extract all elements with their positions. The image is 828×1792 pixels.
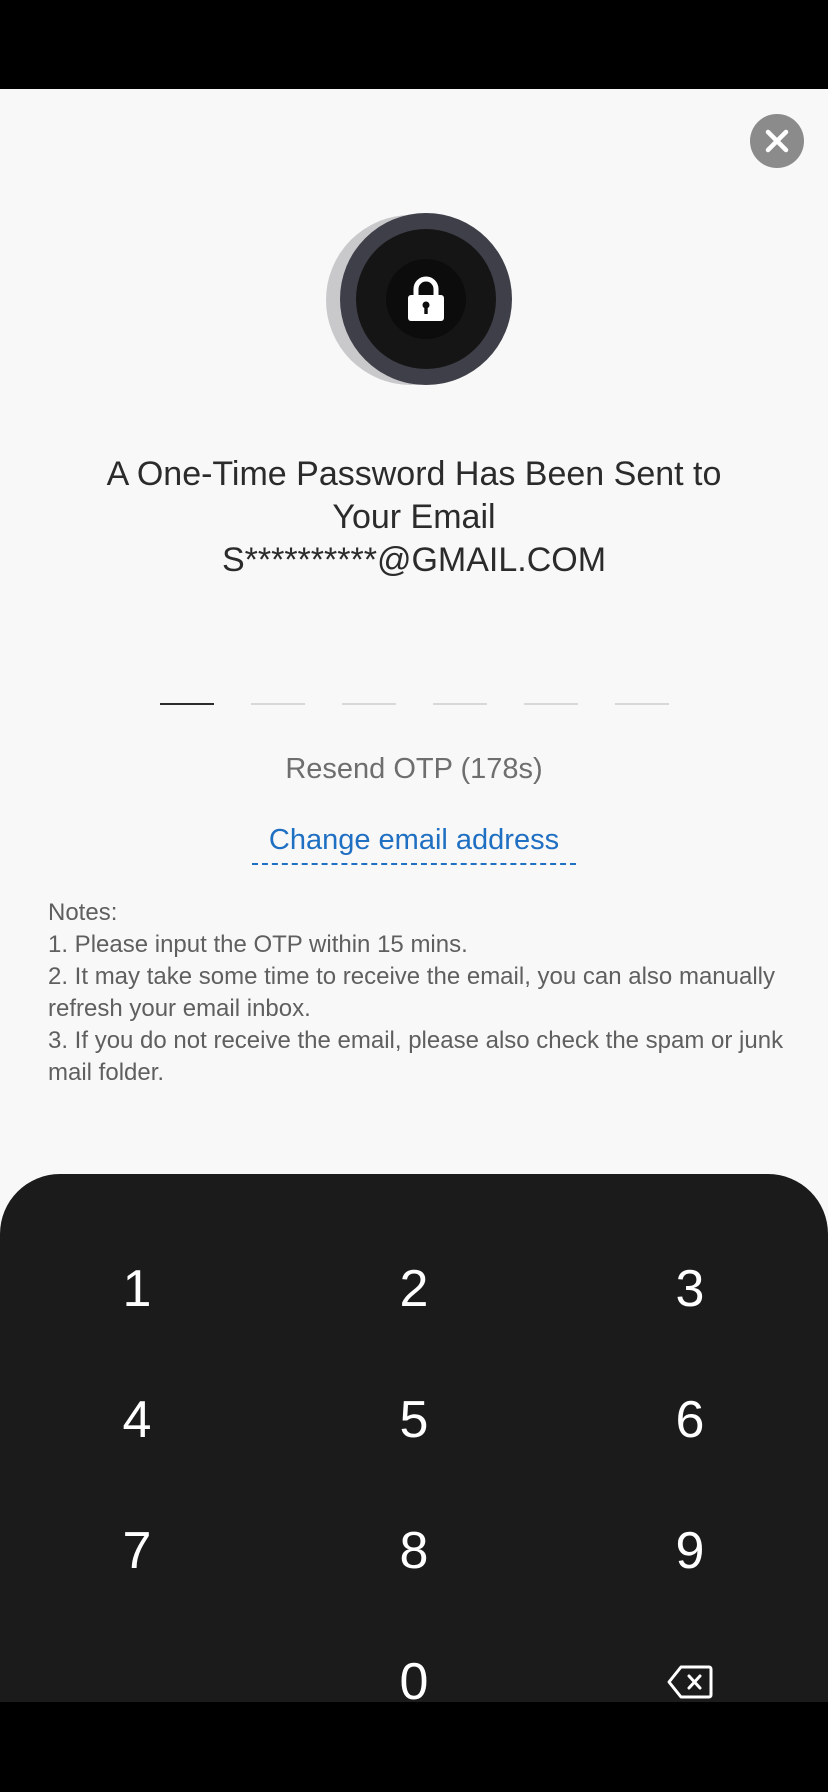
otp-sheet: A One-Time Password Has Been Sent to You… bbox=[0, 89, 828, 1702]
key-6[interactable]: 6 bbox=[570, 1365, 810, 1475]
page-title: A One-Time Password Has Been Sent to You… bbox=[40, 453, 788, 582]
notes: Notes: 1. Please input the OTP within 15… bbox=[48, 897, 788, 1089]
resend-otp-countdown: Resend OTP (178s) bbox=[285, 753, 543, 785]
otp-digit-slot[interactable] bbox=[251, 703, 305, 705]
otp-digit-slot[interactable] bbox=[615, 703, 669, 705]
note-item: 2. It may take some time to receive the … bbox=[48, 963, 775, 1022]
key-8[interactable]: 8 bbox=[294, 1496, 534, 1606]
backspace-icon bbox=[667, 1665, 713, 1699]
numeric-keypad: 1 2 3 4 5 6 7 8 9 0 bbox=[0, 1174, 828, 1702]
notes-heading: Notes: bbox=[48, 899, 118, 926]
lock-icon bbox=[408, 276, 444, 321]
close-icon bbox=[765, 129, 789, 153]
note-item: 1. Please input the OTP within 15 mins. bbox=[48, 931, 468, 958]
masked-email: S**********@GMAIL.COM bbox=[221, 541, 607, 579]
key-1[interactable]: 1 bbox=[17, 1234, 257, 1344]
close-button[interactable] bbox=[750, 114, 804, 168]
key-3[interactable]: 3 bbox=[570, 1234, 810, 1344]
lock-badge bbox=[326, 213, 512, 389]
status-bar bbox=[0, 0, 828, 89]
key-7[interactable]: 7 bbox=[17, 1496, 257, 1606]
change-email-link[interactable]: Change email address bbox=[252, 824, 576, 865]
key-0[interactable]: 0 bbox=[294, 1627, 534, 1702]
otp-digit-slot[interactable] bbox=[433, 703, 487, 705]
key-5[interactable]: 5 bbox=[294, 1365, 534, 1475]
otp-digit-slot[interactable] bbox=[342, 703, 396, 705]
otp-input[interactable] bbox=[160, 703, 669, 707]
note-item: 3. If you do not receive the email, plea… bbox=[48, 1027, 784, 1086]
otp-digit-slot[interactable] bbox=[524, 703, 578, 705]
key-4[interactable]: 4 bbox=[17, 1365, 257, 1475]
navigation-bar bbox=[0, 1702, 828, 1792]
key-9[interactable]: 9 bbox=[570, 1496, 810, 1606]
key-2[interactable]: 2 bbox=[294, 1234, 534, 1344]
backspace-key[interactable] bbox=[570, 1627, 810, 1702]
otp-digit-slot[interactable] bbox=[160, 703, 214, 705]
